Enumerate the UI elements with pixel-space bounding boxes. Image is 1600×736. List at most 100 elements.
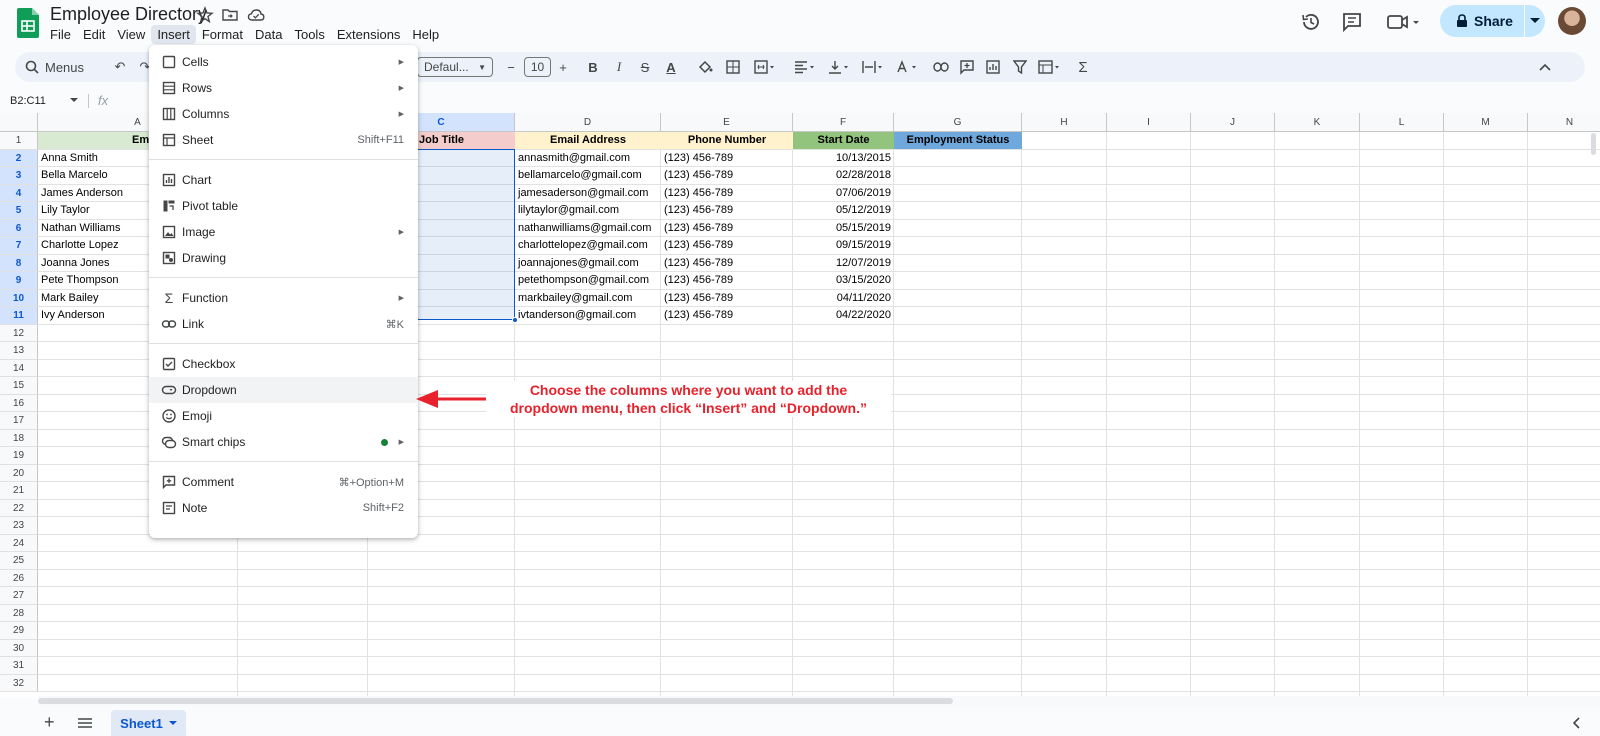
increase-font-size-icon[interactable]: + (555, 52, 571, 82)
row-header-20[interactable]: 20 (0, 464, 38, 482)
font-size-input[interactable]: 10 (524, 57, 551, 77)
document-title[interactable]: Employee Directory (50, 4, 207, 25)
menu-item-dropdown[interactable]: Dropdown (149, 377, 418, 403)
cloud-status-icon[interactable] (247, 6, 265, 24)
row-header-7[interactable]: 7 (0, 237, 38, 255)
collapse-toolbar-icon[interactable] (1535, 52, 1555, 82)
header-email-address[interactable]: Email Address (515, 132, 661, 149)
column-header-i[interactable]: I (1107, 113, 1191, 132)
comments-icon[interactable] (1341, 11, 1363, 33)
email-cell[interactable]: jamesaderson@gmail.com (515, 185, 661, 202)
insert-chart-icon[interactable] (983, 52, 1003, 82)
row-header-30[interactable]: 30 (0, 639, 38, 657)
menu-item-function[interactable]: Σ Function ▶ (149, 285, 418, 311)
phone-cell[interactable]: (123) 456-789 (661, 290, 793, 307)
row-header-1[interactable]: 1 (0, 132, 38, 150)
email-cell[interactable]: ivtanderson@gmail.com (515, 307, 661, 324)
phone-cell[interactable]: (123) 456-789 (661, 202, 793, 219)
menu-edit[interactable]: Edit (77, 25, 111, 44)
menu-item-sheet[interactable]: Sheet Shift+F11 (149, 127, 418, 153)
menu-item-link[interactable]: Link ⌘K (149, 311, 418, 337)
row-header-15[interactable]: 15 (0, 377, 38, 395)
all-sheets-icon[interactable] (78, 718, 92, 728)
email-cell[interactable]: annasmith@gmail.com (515, 150, 661, 167)
column-header-g[interactable]: G (894, 113, 1022, 132)
menu-item-drawing[interactable]: Drawing (149, 245, 418, 271)
row-header-19[interactable]: 19 (0, 447, 38, 465)
undo-icon[interactable]: ↶ (110, 52, 130, 82)
row-header-12[interactable]: 12 (0, 324, 38, 342)
name-box[interactable]: B2:C11 (10, 95, 46, 107)
sheet-tab[interactable]: Sheet1 (111, 710, 186, 736)
filter-icon[interactable] (1010, 52, 1030, 82)
row-header-11[interactable]: 11 (0, 307, 38, 325)
menu-tools[interactable]: Tools (288, 25, 330, 44)
sheets-logo-icon[interactable] (17, 8, 39, 38)
column-header-l[interactable]: L (1360, 113, 1444, 132)
row-header-2[interactable]: 2 (0, 149, 38, 167)
start-date-cell[interactable]: 07/06/2019 (793, 185, 894, 202)
row-header-25[interactable]: 25 (0, 552, 38, 570)
email-cell[interactable]: nathanwilliams@gmail.com (515, 220, 661, 237)
fill-color-icon[interactable] (695, 52, 715, 82)
menu-view[interactable]: View (111, 25, 151, 44)
vertical-align-icon[interactable] (825, 52, 853, 82)
phone-cell[interactable]: (123) 456-789 (661, 167, 793, 184)
avatar[interactable] (1558, 7, 1586, 35)
phone-cell[interactable]: (123) 456-789 (661, 150, 793, 167)
vertical-scroll-thumb[interactable] (1591, 133, 1596, 155)
column-header-e[interactable]: E (661, 113, 793, 132)
column-header-k[interactable]: K (1275, 113, 1360, 132)
row-header-22[interactable]: 22 (0, 499, 38, 517)
start-date-cell[interactable]: 03/15/2020 (793, 272, 894, 289)
start-date-cell[interactable]: 10/13/2015 (793, 150, 894, 167)
row-header-21[interactable]: 21 (0, 482, 38, 500)
header-phone-number[interactable]: Phone Number (661, 132, 793, 149)
row-header-29[interactable]: 29 (0, 622, 38, 640)
share-button[interactable]: Share (1440, 5, 1545, 37)
row-header-31[interactable]: 31 (0, 657, 38, 675)
column-header-n[interactable]: N (1528, 113, 1600, 132)
horizontal-align-icon[interactable] (791, 52, 819, 82)
row-header-6[interactable]: 6 (0, 219, 38, 237)
phone-cell[interactable]: (123) 456-789 (661, 185, 793, 202)
menus-search[interactable]: Menus (25, 52, 84, 82)
phone-cell[interactable]: (123) 456-789 (661, 307, 793, 324)
horizontal-scroll-thumb[interactable] (38, 698, 953, 704)
menu-extensions[interactable]: Extensions (331, 25, 407, 44)
row-header-16[interactable]: 16 (0, 394, 38, 412)
row-header-9[interactable]: 9 (0, 272, 38, 290)
row-header-13[interactable]: 13 (0, 342, 38, 360)
row-header-5[interactable]: 5 (0, 202, 38, 220)
decrease-font-size-icon[interactable]: − (503, 52, 519, 82)
column-header-d[interactable]: D (515, 113, 661, 132)
menu-item-image[interactable]: Image ▶ (149, 219, 418, 245)
move-folder-icon[interactable] (221, 6, 239, 24)
row-header-10[interactable]: 10 (0, 289, 38, 307)
menu-item-rows[interactable]: Rows ▶ (149, 75, 418, 101)
font-family-select[interactable]: Defaul... ▼ (417, 57, 493, 77)
column-header-h[interactable]: H (1022, 113, 1107, 132)
email-cell[interactable]: joannajones@gmail.com (515, 255, 661, 272)
add-sheet-icon[interactable]: + (44, 712, 55, 733)
italic-icon[interactable]: I (609, 52, 629, 82)
menu-item-chart[interactable]: Chart (149, 167, 418, 193)
email-cell[interactable]: lilytaylor@gmail.com (515, 202, 661, 219)
phone-cell[interactable]: (123) 456-789 (661, 255, 793, 272)
row-header-23[interactable]: 23 (0, 517, 38, 535)
menu-item-checkbox[interactable]: Checkbox (149, 351, 418, 377)
select-all-corner[interactable] (0, 113, 38, 132)
menu-data[interactable]: Data (249, 25, 288, 44)
row-header-24[interactable]: 24 (0, 534, 38, 552)
menu-insert[interactable]: Insert (151, 25, 196, 44)
column-header-m[interactable]: M (1444, 113, 1528, 132)
menu-help[interactable]: Help (406, 25, 445, 44)
text-wrapping-icon[interactable] (859, 52, 887, 82)
header-start-date[interactable]: Start Date (793, 132, 894, 149)
row-header-28[interactable]: 28 (0, 604, 38, 622)
menu-file[interactable]: File (44, 25, 77, 44)
menu-item-cells[interactable]: Cells ▶ (149, 49, 418, 75)
menu-item-note[interactable]: Note Shift+F2 (149, 495, 418, 521)
email-cell[interactable]: bellamarcelo@gmail.com (515, 167, 661, 184)
star-icon[interactable] (196, 6, 214, 24)
